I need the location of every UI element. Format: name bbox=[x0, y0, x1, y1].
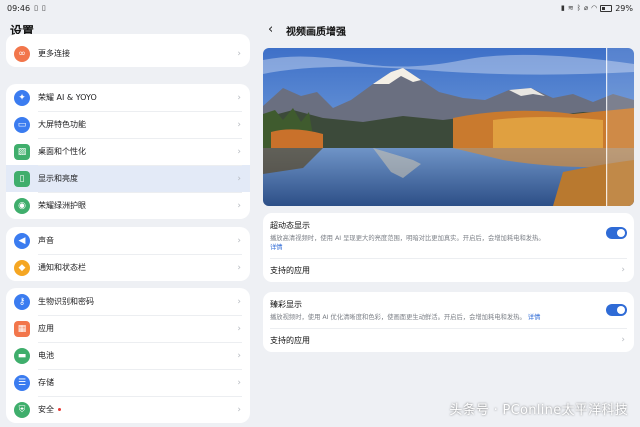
sidebar-item-desktop[interactable]: ▨ 桌面和个性化 › bbox=[6, 138, 250, 165]
chevron-right-icon: › bbox=[237, 296, 241, 307]
sidebar-item-honor-ai[interactable]: ✦ 荣耀 AI & YOYO › bbox=[6, 84, 250, 111]
vivid-display-row: 臻彩显示 播放视频时，使用 AI 优化清晰度和色彩，使画面更生动鲜活。开启后，会… bbox=[263, 292, 634, 328]
preview-image bbox=[263, 48, 634, 206]
supported-apps-label: 支持的应用 bbox=[270, 335, 310, 345]
chevron-right-icon: › bbox=[237, 200, 241, 211]
hdr-display-description: 播放高清视频时，使用 AI 呈现更大的亮度范围，明暗对比更加真实。开启后，会增加… bbox=[270, 234, 595, 252]
settings-sidebar: 设置 ∞ 更多连接 › ✦ 荣耀 AI & YOYO › ▭ 大屏特色功能 › … bbox=[0, 16, 256, 427]
battery-level: 29% bbox=[615, 3, 633, 13]
chevron-right-icon: › bbox=[237, 404, 241, 415]
sidebar-item-label: 声音 bbox=[38, 236, 54, 245]
sidebar-item-eye-care[interactable]: ◉ 荣耀绿洲护眼 › bbox=[6, 192, 250, 219]
storage-icon: ☰ bbox=[14, 374, 30, 391]
hdr-display-row: 超动态显示 播放高清视频时，使用 AI 呈现更大的亮度范围，明暗对比更加真实。开… bbox=[263, 213, 634, 258]
chevron-right-icon: › bbox=[237, 173, 241, 184]
chevron-right-icon: › bbox=[237, 119, 241, 130]
chevron-right-icon: › bbox=[237, 323, 241, 334]
sidebar-item-storage[interactable]: ☰ 存储 › bbox=[6, 369, 250, 396]
sidebar-item-label: 荣耀 AI & YOYO bbox=[38, 93, 97, 102]
sidebar-item-sound[interactable]: ◀ 声音 › bbox=[6, 227, 250, 254]
bell-icon: ◆ bbox=[14, 259, 30, 276]
link-icon: ∞ bbox=[14, 45, 30, 62]
status-left: 09:46 ▯ ▯ bbox=[7, 4, 46, 13]
signal-icon: ▮ bbox=[560, 4, 565, 12]
vivid-display-title: 臻彩显示 bbox=[270, 300, 302, 309]
supported-apps-label: 支持的应用 bbox=[270, 265, 310, 275]
sim-icon: ▯ bbox=[34, 4, 38, 12]
sidebar-item-label: 更多连接 bbox=[38, 49, 70, 58]
vivid-display-card: 臻彩显示 播放视频时，使用 AI 优化清晰度和色彩，使画面更生动鲜活。开启后，会… bbox=[263, 292, 634, 352]
battery-icon bbox=[600, 4, 613, 12]
hdr-supported-apps[interactable]: 支持的应用 › bbox=[263, 258, 634, 282]
settings-group-features: ✦ 荣耀 AI & YOYO › ▭ 大屏特色功能 › ▨ 桌面和个性化 › ▯… bbox=[6, 84, 250, 219]
back-button[interactable]: ‹ bbox=[268, 22, 282, 38]
key-icon: ⚷ bbox=[14, 293, 30, 310]
settings-group-connections: ∞ 更多连接 › bbox=[6, 34, 250, 67]
mute-icon: ⌀ bbox=[583, 4, 589, 12]
detail-pane: ‹ 视频画质增强 超动态显示 播放高清视频时，使用 AI 呈现更大的亮度范围，明… bbox=[256, 16, 640, 427]
sidebar-item-label: 安全 bbox=[38, 404, 61, 415]
vivid-supported-apps[interactable]: 支持的应用 › bbox=[263, 328, 634, 352]
vibrate-icon: ≋ bbox=[567, 4, 574, 12]
status-right: ▮ ≋ ᛒ ⌀ ◠ 29% bbox=[561, 4, 633, 13]
detail-title: 视频画质增强 bbox=[286, 27, 346, 38]
sim-icon: ▯ bbox=[41, 4, 46, 12]
shield-icon: ⛨ bbox=[14, 401, 30, 418]
vivid-display-desc-text: 播放视频时，使用 AI 优化清晰度和色彩，使画面更生动鲜活。开启后，会增加耗电和… bbox=[270, 314, 526, 321]
chevron-left-icon: ‹ bbox=[268, 22, 274, 37]
bluetooth-icon: ᛒ bbox=[576, 4, 581, 12]
image-icon: ▨ bbox=[14, 143, 30, 160]
mountain-lake-image bbox=[263, 48, 634, 206]
chevron-right-icon: › bbox=[237, 377, 241, 388]
battery-icon: ▬ bbox=[14, 347, 30, 364]
chevron-right-icon: › bbox=[237, 146, 241, 157]
sidebar-item-security[interactable]: ⛨ 安全 › bbox=[6, 396, 250, 423]
vivid-display-details-link[interactable]: 详情 bbox=[528, 314, 541, 321]
sidebar-item-notifications[interactable]: ◆ 通知和状态栏 › bbox=[6, 254, 250, 281]
chevron-right-icon: › bbox=[237, 262, 241, 273]
chevron-right-icon: › bbox=[237, 235, 241, 246]
vivid-display-toggle[interactable] bbox=[606, 304, 627, 316]
hdr-display-card: 超动态显示 播放高清视频时，使用 AI 呈现更大的亮度范围，明暗对比更加真实。开… bbox=[263, 213, 634, 282]
vivid-display-description: 播放视频时，使用 AI 优化清晰度和色彩，使画面更生动鲜活。开启后，会增加耗电和… bbox=[270, 313, 595, 322]
sidebar-item-more-connections[interactable]: ∞ 更多连接 › bbox=[6, 40, 250, 67]
sidebar-item-biometrics[interactable]: ⚷ 生物识别和密码 › bbox=[6, 288, 250, 315]
phone-display-icon: ▯ bbox=[14, 170, 30, 187]
sidebar-item-label: 应用 bbox=[38, 324, 54, 333]
hdr-display-title: 超动态显示 bbox=[270, 221, 310, 230]
sidebar-item-battery[interactable]: ▬ 电池 › bbox=[6, 342, 250, 369]
sidebar-item-apps[interactable]: ▦ 应用 › bbox=[6, 315, 250, 342]
status-bar: 09:46 ▯ ▯ ▮ ≋ ᛒ ⌀ ◠ 29% bbox=[0, 0, 640, 16]
ai-sparkle-icon: ✦ bbox=[14, 89, 30, 106]
chevron-right-icon: › bbox=[621, 335, 625, 345]
hdr-display-desc-text: 播放高清视频时，使用 AI 呈现更大的亮度范围，明暗对比更加真实。开启后，会增加… bbox=[270, 235, 545, 242]
wifi-icon: ◠ bbox=[591, 4, 598, 12]
sidebar-item-label: 显示和亮度 bbox=[38, 174, 78, 183]
sidebar-item-label: 荣耀绿洲护眼 bbox=[38, 201, 86, 210]
eye-care-icon: ◉ bbox=[14, 197, 30, 214]
settings-group-sound: ◀ 声音 › ◆ 通知和状态栏 › bbox=[6, 227, 250, 281]
sidebar-item-label: 生物识别和密码 bbox=[38, 297, 94, 306]
chevron-right-icon: › bbox=[237, 350, 241, 361]
notification-dot bbox=[58, 408, 61, 411]
sidebar-item-label: 桌面和个性化 bbox=[38, 147, 86, 156]
sidebar-item-large-screen[interactable]: ▭ 大屏特色功能 › bbox=[6, 111, 250, 138]
apps-grid-icon: ▦ bbox=[14, 320, 30, 337]
chevron-right-icon: › bbox=[621, 265, 625, 275]
hdr-display-details-link[interactable]: 详情 bbox=[270, 244, 283, 251]
chevron-right-icon: › bbox=[237, 92, 241, 103]
sidebar-item-label: 存储 bbox=[38, 378, 54, 387]
sidebar-item-display[interactable]: ▯ 显示和亮度 › bbox=[6, 165, 250, 192]
sidebar-item-label: 大屏特色功能 bbox=[38, 120, 86, 129]
tablet-icon: ▭ bbox=[14, 116, 30, 133]
watermark: 头条号 · PConline太平洋科技 bbox=[449, 403, 628, 418]
status-time: 09:46 bbox=[7, 3, 31, 13]
sidebar-item-label: 通知和状态栏 bbox=[38, 263, 86, 272]
sidebar-item-label: 电池 bbox=[38, 351, 54, 360]
sidebar-item-label-text: 安全 bbox=[38, 405, 54, 414]
speaker-icon: ◀ bbox=[14, 232, 30, 249]
settings-group-system: ⚷ 生物识别和密码 › ▦ 应用 › ▬ 电池 › ☰ 存储 › ⛨ 安全 › bbox=[6, 288, 250, 423]
chevron-right-icon: › bbox=[237, 48, 241, 59]
hdr-display-toggle[interactable] bbox=[606, 227, 627, 239]
